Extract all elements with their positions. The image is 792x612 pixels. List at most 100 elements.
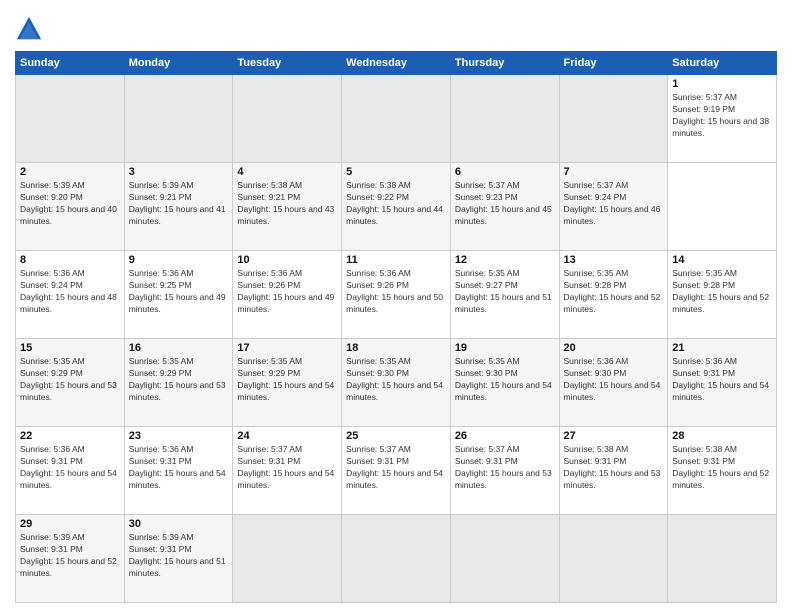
calendar-cell: 23Sunrise: 5:36 AMSunset: 9:31 PMDayligh… bbox=[124, 427, 233, 515]
day-info: Sunrise: 5:39 AMSunset: 9:31 PMDaylight:… bbox=[129, 532, 229, 580]
day-info: Sunrise: 5:37 AMSunset: 9:23 PMDaylight:… bbox=[455, 180, 555, 228]
day-info: Sunrise: 5:35 AMSunset: 9:27 PMDaylight:… bbox=[455, 268, 555, 316]
calendar-cell: 19 Sunrise: 5:35 AMSunset: 9:30 PMDayligh… bbox=[450, 339, 559, 427]
calendar-cell bbox=[124, 75, 233, 163]
day-number: 2 bbox=[20, 166, 120, 178]
calendar-cell: 28 Sunrise: 5:38 AMSunset: 9:31 PMDayligh… bbox=[668, 427, 777, 515]
calendar-cell: 13 Sunrise: 5:35 AMSunset: 9:28 PMDayligh… bbox=[559, 251, 668, 339]
calendar-cell bbox=[450, 75, 559, 163]
logo bbox=[15, 15, 47, 43]
day-info: Sunrise: 5:39 AMSunset: 9:21 PMDaylight:… bbox=[129, 180, 229, 228]
day-info: Sunrise: 5:37 AMSunset: 9:24 PMDaylight:… bbox=[564, 180, 664, 228]
calendar-cell: 29 Sunrise: 5:39 AMSunset: 9:31 PMDayligh… bbox=[16, 515, 125, 603]
calendar-cell: 20 Sunrise: 5:36 AMSunset: 9:30 PMDayligh… bbox=[559, 339, 668, 427]
calendar-cell: 3 Sunrise: 5:39 AMSunset: 9:21 PMDaylight… bbox=[124, 163, 233, 251]
calendar-cell: 6 Sunrise: 5:37 AMSunset: 9:23 PMDaylight… bbox=[450, 163, 559, 251]
day-info: Sunrise: 5:38 AMSunset: 9:31 PMDaylight:… bbox=[672, 444, 772, 492]
day-info: Sunrise: 5:36 AMSunset: 9:26 PMDaylight:… bbox=[237, 268, 337, 316]
day-number: 1 bbox=[672, 78, 772, 90]
calendar-cell: 14 Sunrise: 5:35 AMSunset: 9:28 PMDayligh… bbox=[668, 251, 777, 339]
day-number: 13 bbox=[564, 254, 664, 266]
calendar-day-header: Tuesday bbox=[233, 52, 342, 75]
day-info: Sunrise: 5:35 AMSunset: 9:30 PMDaylight:… bbox=[455, 356, 555, 404]
calendar-cell: 10 Sunrise: 5:36 AMSunset: 9:26 PMDayligh… bbox=[233, 251, 342, 339]
day-number: 8 bbox=[20, 254, 120, 266]
day-number: 4 bbox=[237, 166, 337, 178]
day-info: Sunrise: 5:36 AMSunset: 9:31 PMDaylight:… bbox=[20, 444, 120, 492]
day-number: 6 bbox=[455, 166, 555, 178]
calendar-cell bbox=[668, 515, 777, 603]
calendar-cell: 18 Sunrise: 5:35 AMSunset: 9:30 PMDayligh… bbox=[342, 339, 451, 427]
calendar-day-header: Friday bbox=[559, 52, 668, 75]
day-number: 10 bbox=[237, 254, 337, 266]
calendar-cell: 30Sunrise: 5:39 AMSunset: 9:31 PMDayligh… bbox=[124, 515, 233, 603]
calendar-cell: 4 Sunrise: 5:38 AMSunset: 9:21 PMDaylight… bbox=[233, 163, 342, 251]
calendar-week-row: 29 Sunrise: 5:39 AMSunset: 9:31 PMDayligh… bbox=[16, 515, 777, 603]
day-number: 26 bbox=[455, 430, 555, 442]
day-info: Sunrise: 5:35 AMSunset: 9:28 PMDaylight:… bbox=[564, 268, 664, 316]
day-number: 11 bbox=[346, 254, 446, 266]
calendar-cell bbox=[342, 515, 451, 603]
calendar-cell bbox=[559, 515, 668, 603]
day-info: Sunrise: 5:36 AMSunset: 9:26 PMDaylight:… bbox=[346, 268, 446, 316]
calendar-cell: 11 Sunrise: 5:36 AMSunset: 9:26 PMDayligh… bbox=[342, 251, 451, 339]
calendar-cell: 5Sunrise: 5:38 AMSunset: 9:22 PMDaylight… bbox=[342, 163, 451, 251]
day-info: Sunrise: 5:37 AMSunset: 9:31 PMDaylight:… bbox=[237, 444, 337, 492]
day-info: Sunrise: 5:36 AMSunset: 9:30 PMDaylight:… bbox=[564, 356, 664, 404]
calendar-cell bbox=[342, 75, 451, 163]
day-info: Sunrise: 5:37 AMSunset: 9:31 PMDaylight:… bbox=[346, 444, 446, 492]
day-info: Sunrise: 5:39 AMSunset: 9:31 PMDaylight:… bbox=[20, 532, 120, 580]
day-number: 25 bbox=[346, 430, 446, 442]
calendar-cell bbox=[233, 75, 342, 163]
day-number: 23 bbox=[129, 430, 229, 442]
calendar-cell: 21 Sunrise: 5:36 AMSunset: 9:31 PMDayligh… bbox=[668, 339, 777, 427]
day-number: 21 bbox=[672, 342, 772, 354]
calendar-day-header: Sunday bbox=[16, 52, 125, 75]
day-number: 19 bbox=[455, 342, 555, 354]
day-info: Sunrise: 5:35 AMSunset: 9:29 PMDaylight:… bbox=[237, 356, 337, 404]
day-info: Sunrise: 5:38 AMSunset: 9:22 PMDaylight:… bbox=[346, 180, 446, 228]
calendar-cell bbox=[559, 75, 668, 163]
day-number: 14 bbox=[672, 254, 772, 266]
day-number: 17 bbox=[237, 342, 337, 354]
day-number: 28 bbox=[672, 430, 772, 442]
calendar-cell: 2Sunrise: 5:39 AMSunset: 9:20 PMDaylight… bbox=[16, 163, 125, 251]
calendar-cell: 16Sunrise: 5:35 AMSunset: 9:29 PMDayligh… bbox=[124, 339, 233, 427]
logo-icon bbox=[15, 15, 43, 43]
calendar-week-row: 2Sunrise: 5:39 AMSunset: 9:20 PMDaylight… bbox=[16, 163, 777, 251]
calendar-cell: 8Sunrise: 5:36 AMSunset: 9:24 PMDaylight… bbox=[16, 251, 125, 339]
day-number: 15 bbox=[20, 342, 120, 354]
calendar-cell: 24 Sunrise: 5:37 AMSunset: 9:31 PMDayligh… bbox=[233, 427, 342, 515]
day-number: 3 bbox=[129, 166, 229, 178]
day-number: 20 bbox=[564, 342, 664, 354]
day-info: Sunrise: 5:38 AMSunset: 9:31 PMDaylight:… bbox=[564, 444, 664, 492]
day-number: 7 bbox=[564, 166, 664, 178]
calendar-week-row: 22 Sunrise: 5:36 AMSunset: 9:31 PMDayligh… bbox=[16, 427, 777, 515]
day-number: 18 bbox=[346, 342, 446, 354]
day-info: Sunrise: 5:37 AMSunset: 9:31 PMDaylight:… bbox=[455, 444, 555, 492]
calendar-cell: 22 Sunrise: 5:36 AMSunset: 9:31 PMDayligh… bbox=[16, 427, 125, 515]
calendar-cell: 12 Sunrise: 5:35 AMSunset: 9:27 PMDayligh… bbox=[450, 251, 559, 339]
day-info: Sunrise: 5:37 AMSunset: 9:19 PMDaylight:… bbox=[672, 92, 772, 140]
day-info: Sunrise: 5:35 AMSunset: 9:28 PMDaylight:… bbox=[672, 268, 772, 316]
day-info: Sunrise: 5:38 AMSunset: 9:21 PMDaylight:… bbox=[237, 180, 337, 228]
day-info: Sunrise: 5:36 AMSunset: 9:25 PMDaylight:… bbox=[129, 268, 229, 316]
day-info: Sunrise: 5:36 AMSunset: 9:31 PMDaylight:… bbox=[672, 356, 772, 404]
calendar-day-header: Wednesday bbox=[342, 52, 451, 75]
calendar-week-row: 15 Sunrise: 5:35 AMSunset: 9:29 PMDayligh… bbox=[16, 339, 777, 427]
day-number: 22 bbox=[20, 430, 120, 442]
calendar-table: SundayMondayTuesdayWednesdayThursdayFrid… bbox=[15, 51, 777, 603]
calendar-week-row: 1 Sunrise: 5:37 AMSunset: 9:19 PMDaylight… bbox=[16, 75, 777, 163]
calendar-day-header: Monday bbox=[124, 52, 233, 75]
day-number: 29 bbox=[20, 518, 120, 530]
calendar-cell: 7 Sunrise: 5:37 AMSunset: 9:24 PMDaylight… bbox=[559, 163, 668, 251]
day-number: 24 bbox=[237, 430, 337, 442]
day-number: 9 bbox=[129, 254, 229, 266]
calendar-cell bbox=[450, 515, 559, 603]
calendar-week-row: 8Sunrise: 5:36 AMSunset: 9:24 PMDaylight… bbox=[16, 251, 777, 339]
day-number: 12 bbox=[455, 254, 555, 266]
calendar-header-row: SundayMondayTuesdayWednesdayThursdayFrid… bbox=[16, 52, 777, 75]
calendar-cell: 17 Sunrise: 5:35 AMSunset: 9:29 PMDayligh… bbox=[233, 339, 342, 427]
day-info: Sunrise: 5:35 AMSunset: 9:30 PMDaylight:… bbox=[346, 356, 446, 404]
day-info: Sunrise: 5:35 AMSunset: 9:29 PMDaylight:… bbox=[129, 356, 229, 404]
